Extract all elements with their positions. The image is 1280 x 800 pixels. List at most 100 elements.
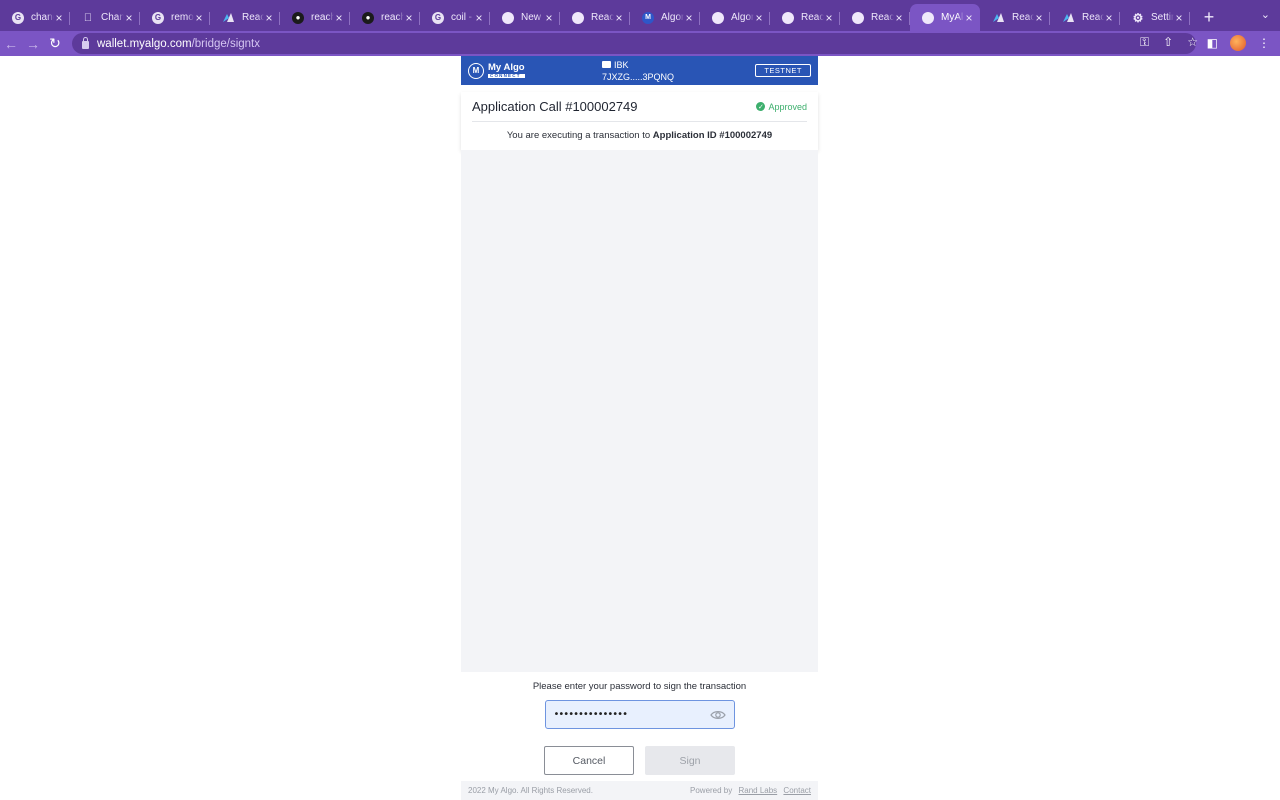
reload-button[interactable]: ↻ xyxy=(44,35,66,52)
back-button[interactable]: ← xyxy=(0,36,22,52)
tab-title: Reach xyxy=(1012,12,1034,23)
browser-tab[interactable]: Algor × xyxy=(700,4,770,31)
tab-close-icon[interactable]: × xyxy=(684,11,694,25)
contact-link[interactable]: Contact xyxy=(783,786,811,795)
new-tab-button[interactable]: + xyxy=(1194,4,1224,31)
forward-button[interactable]: → xyxy=(22,36,44,52)
globe-icon xyxy=(852,11,864,24)
tab-close-icon[interactable]: × xyxy=(964,11,974,25)
show-password-eye-icon[interactable] xyxy=(702,701,734,728)
menu-kebab-icon[interactable]: ⋮ xyxy=(1258,36,1270,50)
browser-tab[interactable]: ● reach × xyxy=(350,4,420,31)
url-host: wallet.myalgo.com xyxy=(97,37,192,50)
tab-search-chevron-icon[interactable]: ⌄ xyxy=(1261,8,1270,21)
browser-tab[interactable]: MyAlg× xyxy=(910,4,980,31)
browser-tab[interactable]: Reach× xyxy=(770,4,840,31)
browser-tab[interactable]:  Chang× xyxy=(70,4,140,31)
status-text: Approved xyxy=(768,101,807,112)
tab-title: Reach xyxy=(871,12,894,23)
description-target: Application ID #100002749 xyxy=(652,130,773,141)
tab-close-icon[interactable]: × xyxy=(334,11,344,25)
share-icon[interactable]: ⇧ xyxy=(1163,35,1173,50)
browser-tab[interactable]: Reach× xyxy=(210,4,280,31)
browser-tab[interactable]: M Algor × xyxy=(630,4,700,31)
tab-close-icon[interactable]: × xyxy=(124,11,134,25)
tab-title: Reach xyxy=(801,12,824,23)
google-icon: G xyxy=(12,11,24,24)
tab-close-icon[interactable]: × xyxy=(754,11,764,25)
browser-toolbar: ← → ↻ wallet.myalgo.com/bridge/signtx ⚿ … xyxy=(0,31,1280,56)
tab-strip: Gchang×Chang×Gremov×Reach×●reach×●reach… xyxy=(0,0,1280,31)
tab-close-icon[interactable]: × xyxy=(824,11,834,25)
google-icon: G xyxy=(152,11,164,24)
lock-icon[interactable] xyxy=(82,36,89,49)
password-prompt: Please enter your password to sign the t… xyxy=(532,681,747,692)
cancel-button[interactable]: Cancel xyxy=(544,746,634,775)
algo-icon: M xyxy=(642,11,654,24)
tab-title: Algor xyxy=(731,12,754,23)
browser-tab[interactable]: Reach× xyxy=(1050,4,1120,31)
sign-form: Please enter your password to sign the t… xyxy=(461,672,818,775)
browser-tab[interactable]: Reach× xyxy=(840,4,910,31)
google-icon: G xyxy=(432,11,444,24)
tab-close-icon[interactable]: × xyxy=(1104,11,1114,25)
browser-tab[interactable]: ● reach × xyxy=(280,4,350,31)
tab-title: reach xyxy=(311,12,334,23)
tab-close-icon[interactable]: × xyxy=(474,11,484,25)
tab-close-icon[interactable]: × xyxy=(894,11,904,25)
transaction-card: Application Call #100002749 ✓ Approved Y… xyxy=(461,92,818,150)
github-icon: ● xyxy=(292,11,304,24)
browser-tab[interactable]: Gremov× xyxy=(140,4,210,31)
globe-icon xyxy=(782,11,794,24)
tab-title: remov xyxy=(171,12,194,23)
github-icon: ● xyxy=(362,11,374,24)
check-circle-icon: ✓ xyxy=(756,102,766,111)
browser-tab[interactable]: Reach× xyxy=(560,4,630,31)
myalgo-logo: M My Algo CONNECT xyxy=(468,62,525,79)
description-prefix: You are executing a transaction to xyxy=(506,130,653,141)
copyright-text: 2022 My Algo. All Rights Reserved. xyxy=(468,786,593,795)
tab-title: chang xyxy=(31,12,54,23)
globe-icon xyxy=(502,11,514,24)
browser-tab[interactable]: Gchang× xyxy=(0,4,70,31)
tab-close-icon[interactable]: × xyxy=(264,11,274,25)
globe-icon xyxy=(572,11,584,24)
rand-labs-link[interactable]: Rand Labs xyxy=(738,786,777,795)
apple-icon:  xyxy=(82,12,94,24)
browser-tab[interactable]: New T× xyxy=(490,4,560,31)
side-panel-icon[interactable]: ◧ xyxy=(1207,36,1218,50)
tab-close-icon[interactable]: × xyxy=(194,11,204,25)
profile-avatar[interactable] xyxy=(1230,35,1246,51)
popup-footer: 2022 My Algo. All Rights Reserved. Power… xyxy=(461,781,818,800)
globe-icon xyxy=(922,11,934,24)
wallet-icon xyxy=(602,61,611,68)
password-field-wrapper xyxy=(544,700,735,729)
reach-icon xyxy=(1062,12,1075,24)
url-path: /bridge/signtx xyxy=(191,37,260,50)
tab-close-icon[interactable]: × xyxy=(544,11,554,25)
globe-icon xyxy=(712,11,724,24)
tab-close-icon[interactable]: × xyxy=(54,11,64,25)
tab-title: MyAlg xyxy=(941,12,964,23)
account-info: IBK 7JXZG.....3PQNQ xyxy=(602,59,674,83)
tab-close-icon[interactable]: × xyxy=(1034,11,1044,25)
wallet-header: M My Algo CONNECT IBK 7JXZG.....3PQNQ TE… xyxy=(461,56,818,85)
browser-tab[interactable]: Reach× xyxy=(980,4,1050,31)
logo-name: My Algo xyxy=(488,62,525,73)
tab-title: Reach xyxy=(1082,12,1104,23)
bookmark-star-icon[interactable]: ☆ xyxy=(1187,35,1198,50)
browser-tab[interactable]: ⚙ Settin × xyxy=(1120,4,1190,31)
key-icon[interactable]: ⚿ xyxy=(1140,35,1149,50)
address-bar[interactable]: wallet.myalgo.com/bridge/signtx xyxy=(72,33,1196,54)
tab-title: Reach xyxy=(242,12,264,23)
account-address: 7JXZG.....3PQNQ xyxy=(602,72,675,82)
sign-button[interactable]: Sign xyxy=(645,746,735,775)
tab-close-icon[interactable]: × xyxy=(614,11,624,25)
tab-close-icon[interactable]: × xyxy=(1174,11,1184,25)
tab-close-icon[interactable]: × xyxy=(404,11,414,25)
password-input[interactable] xyxy=(545,701,702,728)
myalgo-logo-icon: M xyxy=(468,62,484,79)
transaction-details-area[interactable] xyxy=(461,150,818,672)
network-badge: TESTNET xyxy=(755,64,811,77)
browser-tab[interactable]: Gcoil - × xyxy=(420,4,490,31)
